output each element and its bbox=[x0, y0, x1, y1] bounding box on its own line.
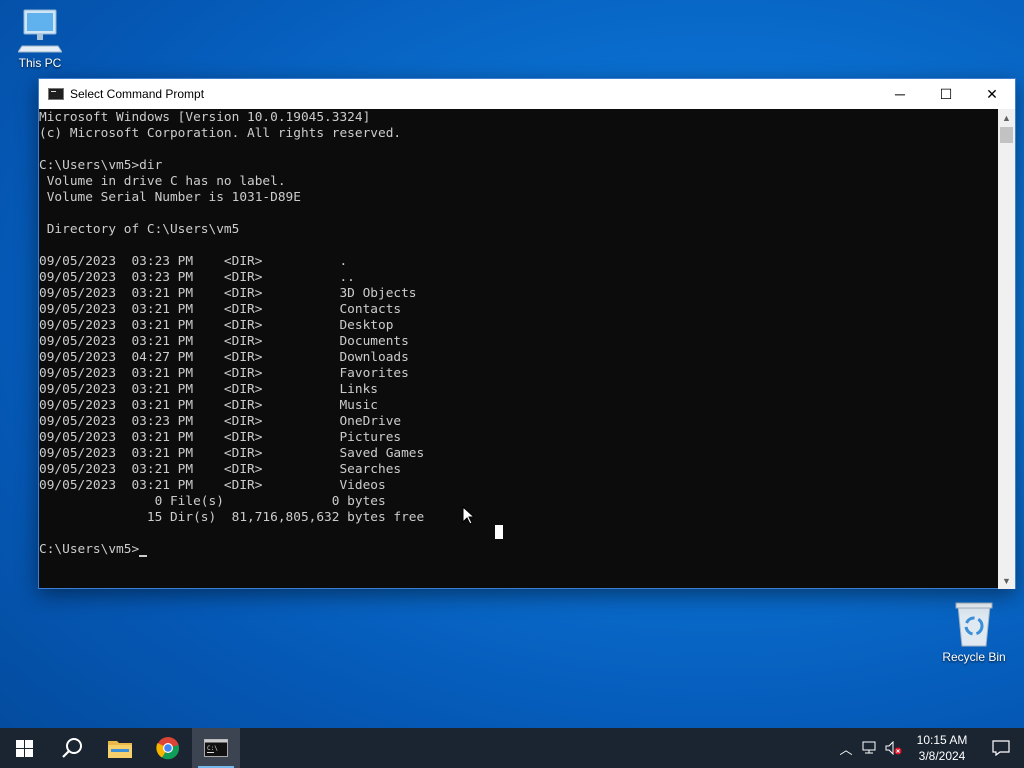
console-line: 09/05/2023 04:27 PM <DIR> Downloads bbox=[39, 350, 409, 365]
taskbar-file-explorer[interactable] bbox=[96, 728, 144, 768]
console-line: 09/05/2023 03:21 PM <DIR> Videos bbox=[39, 478, 386, 493]
system-tray: ︿ 10:15 AM 3/8/2024 bbox=[834, 728, 1024, 768]
maximize-button[interactable]: ☐ bbox=[923, 79, 969, 109]
scroll-up-arrow-icon[interactable]: ▲ bbox=[998, 109, 1015, 126]
console-line: C:\Users\vm5>dir bbox=[39, 158, 163, 173]
console-line: 09/05/2023 03:21 PM <DIR> Links bbox=[39, 382, 378, 397]
console-line: 09/05/2023 03:21 PM <DIR> Favorites bbox=[39, 366, 409, 381]
close-button[interactable]: ✕ bbox=[969, 79, 1015, 109]
start-button[interactable] bbox=[0, 728, 48, 768]
console-line: 09/05/2023 03:23 PM <DIR> .. bbox=[39, 270, 355, 285]
taskbar-chrome[interactable] bbox=[144, 728, 192, 768]
svg-text:C:\: C:\ bbox=[207, 745, 218, 752]
command-prompt-icon: C:\ bbox=[204, 739, 228, 757]
notification-button[interactable] bbox=[978, 728, 1024, 768]
taskbar: C:\ ︿ 10:15 AM 3/8/2024 bbox=[0, 728, 1024, 768]
clock-time: 10:15 AM bbox=[916, 733, 968, 747]
console-line: 0 File(s) 0 bytes bbox=[39, 494, 386, 509]
volume-muted-icon[interactable] bbox=[882, 728, 906, 768]
console-line: 15 Dir(s) 81,716,805,632 bytes free bbox=[39, 510, 425, 525]
clock-date: 3/8/2024 bbox=[918, 749, 966, 763]
console-line: 09/05/2023 03:21 PM <DIR> 3D Objects bbox=[39, 286, 417, 301]
scroll-down-arrow-icon[interactable]: ▼ bbox=[998, 572, 1015, 589]
console-line: Volume Serial Number is 1031-D89E bbox=[39, 190, 301, 205]
title-bar[interactable]: Select Command Prompt ─ ☐ ✕ bbox=[39, 79, 1015, 109]
console-line: 09/05/2023 03:21 PM <DIR> Saved Games bbox=[39, 446, 425, 461]
windows-logo-icon bbox=[15, 739, 33, 757]
chevron-up-icon[interactable]: ︿ bbox=[834, 728, 858, 768]
desktop-icon-label: Recycle Bin bbox=[942, 650, 1006, 664]
file-explorer-icon bbox=[108, 741, 132, 758]
command-prompt-window[interactable]: Select Command Prompt ─ ☐ ✕ Microsoft Wi… bbox=[38, 78, 1016, 589]
console-line: Directory of C:\Users\vm5 bbox=[39, 222, 240, 237]
console-line: (c) Microsoft Corporation. All rights re… bbox=[39, 126, 402, 141]
console-line: 09/05/2023 03:23 PM <DIR> OneDrive bbox=[39, 414, 402, 429]
scrollbar-thumb[interactable] bbox=[1000, 127, 1013, 143]
console-line: 09/05/2023 03:21 PM <DIR> Pictures bbox=[39, 430, 402, 445]
console-output[interactable]: Microsoft Windows [Version 10.0.19045.33… bbox=[39, 109, 999, 589]
chrome-icon bbox=[156, 737, 180, 760]
console-prompt: C:\Users\vm5> bbox=[39, 542, 140, 557]
console-line: 09/05/2023 03:21 PM <DIR> Music bbox=[39, 398, 378, 413]
search-button[interactable] bbox=[48, 728, 96, 768]
console-line: 09/05/2023 03:23 PM <DIR> . bbox=[39, 254, 348, 269]
console-line: 09/05/2023 03:21 PM <DIR> Documents bbox=[39, 334, 409, 349]
taskbar-clock[interactable]: 10:15 AM 3/8/2024 bbox=[906, 732, 978, 764]
search-icon bbox=[62, 738, 82, 758]
notification-icon bbox=[992, 740, 1010, 756]
minimize-button[interactable]: ─ bbox=[877, 79, 923, 109]
desktop-icon-this-pc[interactable]: This PC bbox=[2, 8, 78, 70]
console-line: Microsoft Windows [Version 10.0.19045.33… bbox=[39, 110, 371, 125]
recycle-bin-icon bbox=[955, 602, 993, 647]
taskbar-command-prompt[interactable]: C:\ bbox=[192, 728, 240, 768]
command-prompt-icon bbox=[48, 88, 64, 100]
console-line: Volume in drive C has no label. bbox=[39, 174, 286, 189]
console-line: 09/05/2023 03:21 PM <DIR> Contacts bbox=[39, 302, 402, 317]
selection-cursor bbox=[495, 525, 503, 539]
console-prompt-line[interactable]: C:\Users\vm5> bbox=[39, 542, 999, 558]
computer-icon bbox=[18, 9, 62, 53]
desktop-icon-recycle-bin[interactable]: Recycle Bin bbox=[936, 600, 1012, 664]
console-line: 09/05/2023 03:21 PM <DIR> Desktop bbox=[39, 318, 394, 333]
window-title: Select Command Prompt bbox=[70, 87, 205, 101]
desktop-icon-label: This PC bbox=[18, 56, 62, 70]
network-icon[interactable] bbox=[858, 728, 882, 768]
text-cursor bbox=[139, 555, 148, 557]
console-line: 09/05/2023 03:21 PM <DIR> Searches bbox=[39, 462, 402, 477]
vertical-scrollbar[interactable]: ▲ ▼ bbox=[998, 109, 1015, 589]
mouse-pointer-icon bbox=[462, 506, 474, 525]
